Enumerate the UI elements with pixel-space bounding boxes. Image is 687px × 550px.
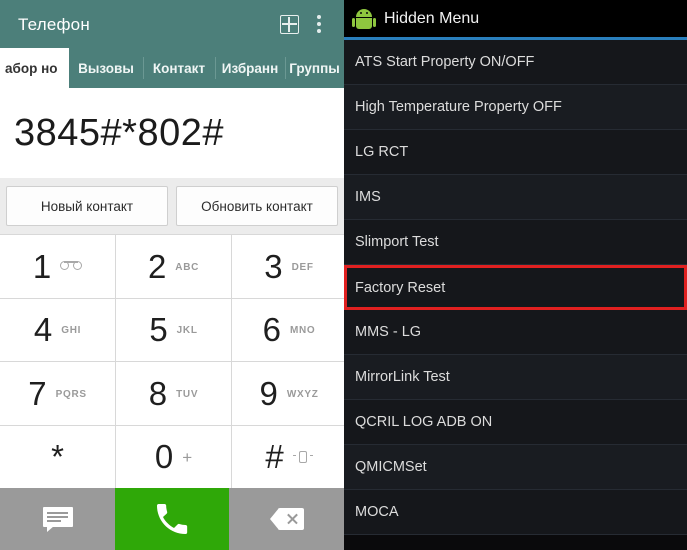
new-contact-button[interactable]: Новый контакт (6, 186, 168, 226)
key-digit: 3 (264, 247, 283, 285)
key-7[interactable]: 7 PQRS (0, 362, 115, 425)
menu-item-label: Factory Reset (355, 279, 446, 296)
menu-item-label: High Temperature Property OFF (355, 99, 562, 115)
voicemail-icon (60, 261, 83, 271)
menu-item-label: MMS - LG (355, 324, 422, 340)
key-9[interactable]: 9 WXYZ (232, 362, 344, 425)
key-letters: TUV (176, 388, 199, 400)
key-letters: PQRS (55, 388, 87, 400)
android-robot-icon (352, 7, 376, 31)
message-icon (42, 507, 73, 532)
dialed-number-field[interactable]: 3845#*802# (0, 88, 344, 178)
key-hash[interactable]: # (232, 425, 344, 488)
tab-label: Вызовы (78, 60, 134, 76)
update-contact-button[interactable]: Обновить контакт (176, 186, 338, 226)
menu-item-moca[interactable]: MOCA (344, 490, 687, 535)
menu-item-ats-start-property[interactable]: ATS Start Property ON/OFF (344, 40, 687, 85)
key-letters: DEF (291, 261, 314, 273)
page-title: Телефон (18, 14, 90, 34)
screenshot-root: Телефон абор но Вызовы Контакт Избранн Г (0, 0, 687, 550)
backspace-icon (269, 508, 304, 530)
tab-calls[interactable]: Вызовы (69, 48, 143, 88)
menu-item-label: QMICMSet (355, 459, 427, 475)
tab-label: Группы (289, 60, 340, 76)
phone-dialer-panel: Телефон абор но Вызовы Контакт Избранн Г (0, 0, 344, 550)
menu-item-high-temperature-property[interactable]: High Temperature Property OFF (344, 85, 687, 130)
call-button[interactable] (115, 488, 229, 550)
menu-item-label: LG RCT (355, 144, 409, 160)
key-digit: * (51, 438, 64, 476)
menu-item-slimport-test[interactable]: Slimport Test (344, 220, 687, 265)
menu-item-factory-reset[interactable]: Factory Reset (344, 265, 687, 310)
hidden-menu-title: Hidden Menu (384, 9, 480, 27)
key-6[interactable]: 6 MNO (232, 298, 344, 361)
menu-item-mirrorlink-test[interactable]: MirrorLink Test (344, 355, 687, 400)
menu-item-qmicmset[interactable]: QMICMSet (344, 445, 687, 490)
backspace-button[interactable] (229, 488, 344, 550)
menu-item-label: QCRIL LOG ADB ON (355, 414, 493, 430)
dialer-bottom-bar (0, 488, 344, 550)
menu-item-qcril-log-adb-on[interactable]: QCRIL LOG ADB ON (344, 400, 687, 445)
phone-title-bar: Телефон (0, 0, 344, 48)
tab-label: Избранн (221, 60, 279, 76)
menu-item-mms-lg[interactable]: MMS - LG (344, 310, 687, 355)
tab-label: абор но (5, 60, 58, 76)
menu-item-label: IMS (355, 189, 381, 205)
dial-keypad: 1 2 ABC 3 DEF 4 GHI 5 JKL 6 MNO 7 PQRS 8… (0, 234, 344, 488)
key-digit: 2 (147, 247, 167, 285)
key-plus: + (182, 447, 193, 467)
key-digit: 4 (33, 311, 53, 349)
key-0[interactable]: 0 + (116, 425, 231, 488)
menu-item-ims[interactable]: IMS (344, 175, 687, 220)
key-letters: WXYZ (286, 388, 319, 400)
key-8[interactable]: 8 TUV (116, 362, 231, 425)
hidden-menu-panel: Hidden Menu ATS Start Property ON/OFF Hi… (344, 0, 687, 550)
key-letters: JKL (176, 325, 198, 337)
key-digit: # (265, 438, 284, 476)
key-letters: ABC (175, 261, 200, 273)
tab-contacts[interactable]: Контакт (143, 48, 215, 88)
key-letters: GHI (61, 325, 82, 337)
menu-item-label: MirrorLink Test (355, 369, 450, 385)
key-3[interactable]: 3 DEF (232, 235, 344, 298)
key-2[interactable]: 2 ABC (116, 235, 231, 298)
tab-groups[interactable]: Группы (285, 48, 344, 88)
tab-favorites[interactable]: Избранн (215, 48, 285, 88)
menu-item-label: ATS Start Property ON/OFF (355, 54, 535, 70)
more-vertical-icon[interactable] (304, 9, 334, 39)
vibrate-icon (292, 450, 313, 464)
menu-item-lg-rct[interactable]: LG RCT (344, 130, 687, 175)
key-star[interactable]: * (0, 425, 115, 488)
tab-label: Контакт (152, 60, 206, 76)
key-digit: 0 (154, 438, 174, 476)
key-digit: 7 (28, 374, 47, 412)
key-digit: 8 (148, 374, 168, 412)
key-digit: 6 (262, 311, 281, 349)
phone-tab-bar: абор но Вызовы Контакт Избранн Группы (0, 48, 344, 88)
hidden-menu-header: Hidden Menu (344, 0, 687, 40)
key-digit: 1 (32, 247, 52, 285)
key-5[interactable]: 5 JKL (116, 298, 231, 361)
key-1[interactable]: 1 (0, 235, 115, 298)
hidden-menu-list: ATS Start Property ON/OFF High Temperatu… (344, 40, 687, 550)
menu-item-label: Slimport Test (355, 234, 439, 250)
key-letters: MNO (289, 325, 316, 337)
menu-item-label: MOCA (355, 504, 399, 520)
key-digit: 9 (259, 374, 278, 412)
tab-dialer[interactable]: абор но (0, 48, 69, 88)
key-digit: 5 (149, 311, 168, 349)
call-icon (157, 504, 188, 534)
dialed-number-text: 3845#*802# (14, 112, 224, 154)
key-4[interactable]: 4 GHI (0, 298, 115, 361)
message-button[interactable] (0, 488, 115, 550)
contact-action-bar: Новый контакт Обновить контакт (0, 178, 344, 234)
grid-keypad-icon[interactable] (274, 9, 304, 39)
